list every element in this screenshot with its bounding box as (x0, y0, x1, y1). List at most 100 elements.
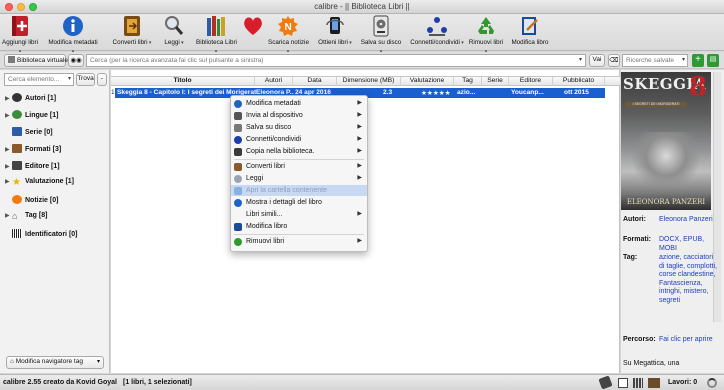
publisher-icon (12, 161, 22, 170)
fetch-news-button[interactable]: N Scarica notizie ▾ (268, 15, 309, 55)
news-icon (12, 195, 22, 204)
menu-item-copy-to-library[interactable]: Copia nella biblioteca. ▶ (231, 146, 367, 157)
menu-item-read[interactable]: Leggi ▶ (231, 173, 367, 184)
convert-books-button[interactable]: Converti libri ▾ (112, 15, 152, 50)
column-header-tags[interactable]: Tag (454, 77, 482, 86)
find-item-input[interactable]: Cerca elemento... ▾ (4, 73, 74, 86)
donate-button[interactable] (238, 15, 268, 50)
column-header-date[interactable]: Data (293, 77, 337, 86)
manage-saved-searches-icon[interactable]: ▤ (707, 54, 719, 67)
selection-count: [1 libri, 1 selezionati] (123, 379, 192, 386)
recycle-icon (475, 15, 497, 37)
go-button[interactable]: Vai (589, 54, 605, 67)
save-to-disk-button[interactable]: Salva su disco ▾ (360, 15, 402, 55)
authors-link[interactable]: Eleonora Panzeri (659, 216, 717, 225)
rating-icon: ★ (12, 177, 21, 188)
add-saved-search-icon[interactable]: + (692, 54, 704, 67)
expand-arrow-icon[interactable]: ▶ (5, 163, 12, 170)
menu-item-similar-books[interactable]: Libri simili... ▶ (231, 209, 367, 220)
tree-item-publisher[interactable]: ▶ Editore [1] (5, 161, 60, 173)
info-icon (234, 100, 242, 108)
context-menu: Modifica metadati ▶ Invia al dispositivo ▶… (230, 95, 368, 252)
column-header-rating[interactable]: Valutazione (401, 77, 454, 86)
virtual-library-button[interactable]: Biblioteca virtuale (4, 54, 68, 67)
layout-icon[interactable] (633, 378, 643, 388)
window-title: calibre - || Biblioteca Libri || (314, 2, 410, 11)
tree-item-authors[interactable]: ▶ Autori [1] (5, 93, 56, 105)
connect-share-button[interactable]: Connetti/condividi ▾ (410, 15, 464, 50)
expand-arrow-icon[interactable]: ▶ (5, 95, 12, 102)
language-icon (12, 110, 22, 119)
tag-icon[interactable] (598, 375, 613, 390)
cover-number: 8 (688, 72, 707, 102)
tree-item-rating[interactable]: ▶ ★ Valutazione [1] (5, 178, 74, 190)
submenu-arrow-icon: ▶ (357, 136, 362, 142)
edit-book-icon (519, 15, 541, 37)
heart-icon (242, 15, 264, 37)
info-icon (234, 199, 242, 207)
clear-icon: ⌫ (609, 57, 619, 64)
tree-item-tags[interactable]: ▶ ⌂ Tag [8] (5, 212, 47, 224)
menu-item-remove-books[interactable]: Rimuovi libri ▶ (231, 236, 367, 247)
cover-grid-icon[interactable] (618, 378, 628, 388)
edit-book-icon (234, 223, 242, 231)
expand-arrow-icon[interactable]: ▶ (5, 212, 12, 219)
recycle-icon (234, 238, 242, 246)
submenu-arrow-icon: ▶ (357, 100, 362, 106)
read-button[interactable]: Leggi ▾ (160, 15, 188, 50)
expand-arrow-icon[interactable]: ▶ (5, 146, 12, 153)
column-header-size[interactable]: Dimensione (MB) (337, 77, 401, 86)
edit-metadata-button[interactable]: Modifica metadati ▾ (48, 15, 98, 55)
submenu-arrow-icon: ▶ (357, 148, 362, 154)
tree-item-news[interactable]: Notizie [0] (5, 195, 58, 207)
tag-icon: ⌂ (12, 211, 18, 221)
saved-searches-input[interactable]: Ricerche salvate ▾ (622, 54, 688, 67)
folder-icon (234, 187, 242, 195)
menu-item-edit-book[interactable]: Modifica libro (231, 221, 367, 232)
convert-icon (121, 15, 143, 37)
book-icon[interactable] (648, 378, 660, 388)
magnifier-icon (234, 175, 242, 183)
path-link[interactable]: Fai clic per aprire (659, 336, 717, 345)
collapse-button[interactable]: - (97, 73, 107, 86)
menu-item-open-containing-folder[interactable]: Apri la cartella contenente (231, 185, 367, 196)
tree-item-series[interactable]: Serie [0] (5, 127, 53, 139)
expand-arrow-icon[interactable]: ▶ (5, 178, 12, 185)
tree-item-languages[interactable]: ▶ Lingue [1] (5, 110, 58, 122)
menu-item-edit-metadata[interactable]: Modifica metadati ▶ (231, 98, 367, 109)
clear-search-button[interactable]: ⌫ (608, 54, 620, 67)
tree-item-formats[interactable]: ▶ Formati [3] (5, 144, 61, 156)
column-header-publisher[interactable]: Editore (509, 77, 553, 86)
find-button[interactable]: Trova (76, 73, 95, 86)
menu-item-convert-books[interactable]: Converti libri ▶ (231, 161, 367, 172)
formats-link[interactable]: DOCX, EPUB, MOBI (659, 236, 717, 253)
get-books-button[interactable]: Ottieni libri ▾ (318, 15, 352, 50)
column-header-authors[interactable]: Autori (255, 77, 293, 86)
column-header-series[interactable]: Serie (482, 77, 509, 86)
tree-item-identifiers[interactable]: Identificatori [0] (5, 229, 78, 241)
column-header-published[interactable]: Pubblicato (553, 77, 605, 86)
info-icon (62, 15, 84, 37)
advanced-search-button[interactable]: ◉◉ (68, 54, 84, 67)
menu-item-save-to-disk[interactable]: Salva su disco ▶ (231, 122, 367, 133)
add-books-button[interactable]: Aggiungi libri ▾ (2, 15, 38, 55)
edit-book-button[interactable]: Modifica libro (510, 15, 550, 50)
remove-books-button[interactable]: Rimuovi libri ▾ (468, 15, 504, 55)
menu-separator (234, 234, 364, 235)
book-cover[interactable]: SKEGGIA 8 I SEGRETI DEI MORIGERATI ELEON… (621, 72, 711, 210)
menu-item-show-book-details[interactable]: Mostra i dettagli del libro (231, 197, 367, 208)
column-header-title[interactable]: Titolo (111, 77, 255, 86)
manage-tag-browser-button[interactable]: ⌂ Modifica navigatore tag ▾ (6, 356, 104, 369)
tags-link[interactable]: azione, cacciatori di taglie, complotti,… (659, 254, 717, 305)
expand-arrow-icon[interactable]: ▶ (5, 112, 12, 119)
jobs-indicator[interactable]: Lavori: 0 (668, 379, 697, 386)
tag-browser: Cerca elemento... ▾ Trova - ▶ Autori [1] ▶… (0, 70, 110, 373)
library-button[interactable]: Biblioteca Libri ▾ (196, 15, 237, 55)
menu-item-send-to-device[interactable]: Invia al dispositivo ▶ (231, 110, 367, 121)
store-icon (324, 15, 346, 37)
convert-icon (234, 163, 242, 171)
search-input[interactable]: Cerca (per la ricerca avanzata fai clic … (86, 54, 586, 67)
svg-text:N: N (285, 22, 292, 33)
library-icon (205, 15, 227, 37)
menu-item-connect-share[interactable]: Connetti/condividi ▶ (231, 134, 367, 145)
